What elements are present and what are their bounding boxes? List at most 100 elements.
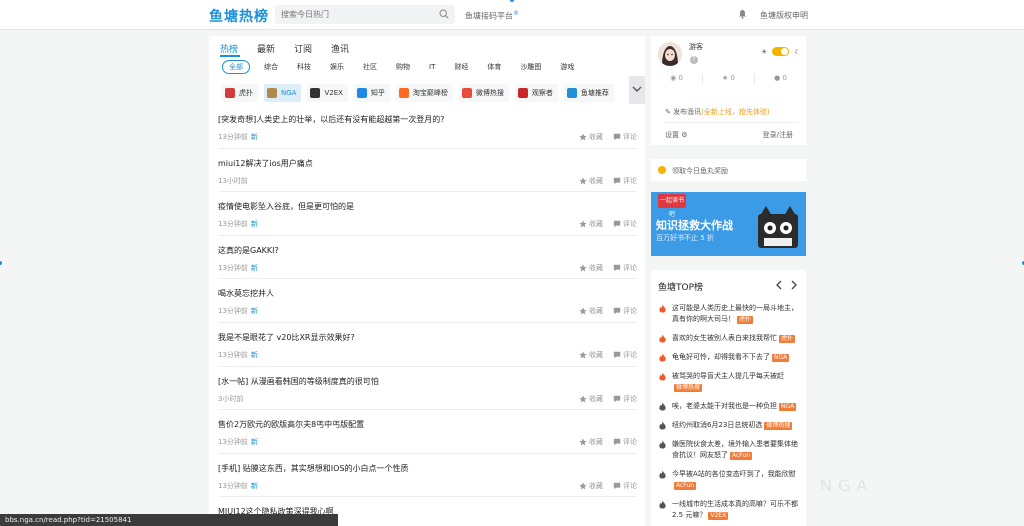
comment-button[interactable]: 评论 (613, 132, 637, 142)
top-list-item[interactable]: 今早被A站的各位变态吓到了，我能欣慰 AcFun (658, 469, 801, 491)
collect-button[interactable]: 收藏 (579, 481, 603, 491)
top-list-item[interactable]: 这可能是人类历史上最快的一局斗地主，真有你的啊大司马！ 虎扑 (658, 303, 801, 325)
collect-button[interactable]: 收藏 (579, 219, 603, 229)
bell-icon[interactable] (738, 9, 747, 19)
theme-switch[interactable]: ☀ ☾ (761, 47, 801, 56)
theme-toggle[interactable] (772, 47, 790, 56)
banner-tag: 一起读书吧 (658, 194, 686, 218)
post-title[interactable]: miui12解决了ios用户痛点 (218, 158, 313, 169)
new-badge: 新 (250, 481, 258, 490)
tab-hot[interactable]: 热榜 (220, 42, 238, 55)
chevron-left-icon[interactable] (775, 280, 782, 290)
comment-button[interactable]: 评论 (613, 437, 637, 447)
source-chip[interactable]: 知乎 (353, 84, 390, 102)
collect-button[interactable]: 收藏 (579, 437, 603, 447)
collect-button[interactable]: 收藏 (579, 132, 603, 142)
chevron-right-icon[interactable] (791, 280, 798, 290)
category-item[interactable]: 社区 (363, 62, 377, 72)
post-item[interactable]: 售价2万欧元的欧版高尔夫8丐中丐版配置 13分钟前新 收藏 评论 (218, 410, 637, 454)
comment-button[interactable]: 评论 (613, 219, 637, 229)
comment-button[interactable]: 评论 (613, 263, 637, 273)
post-item[interactable]: [突发奇想]人类史上的壮举，以后还有没有能超越第一次登月的? 13分钟前新 收藏 评论 (218, 105, 637, 149)
top-list-item[interactable]: 纽约州取消6月23日总统初选 微博热搜 (658, 420, 801, 431)
source-chip[interactable]: V2EX (307, 84, 348, 102)
category-item[interactable]: 游戏 (560, 62, 574, 72)
help-icon[interactable]: ? (690, 56, 698, 64)
post-meta: 13分钟前新 (218, 132, 258, 142)
top-list-item[interactable]: 唉，老婆太能干对我也是一种负担 NGA (658, 401, 801, 412)
source-chip[interactable]: NGA (264, 84, 302, 102)
category-item[interactable]: 综合 (264, 62, 278, 72)
site-logo[interactable]: 鱼塘热榜 (209, 6, 269, 26)
post-title[interactable]: 喝水莫忘挖井人 (218, 288, 274, 299)
source-chip[interactable]: 淘宝巅峰榜 (395, 84, 453, 102)
stat-subscriptions[interactable]: ◉ 0 (651, 74, 703, 85)
top-list-item[interactable]: 一线城市的生活成本真的高嘛？可乐不都 2.5 元嘛？ V2EX (658, 499, 801, 521)
post-title[interactable]: 售价2万欧元的欧版高尔夫8丐中丐版配置 (218, 419, 364, 430)
post-title[interactable]: [突发奇想]人类史上的壮举，以后还有没有能超越第一次登月的? (218, 114, 445, 125)
search-box[interactable] (275, 5, 455, 24)
collect-button[interactable]: 收藏 (579, 306, 603, 316)
post-item[interactable]: 我是不是眼花了 v20比XR显示效果好? 13分钟前新 收藏 评论 (218, 323, 637, 367)
post-item[interactable]: 疫情使电影坠入谷底，但是更可怕的是 13分钟前新 收藏 评论 (218, 192, 637, 236)
comment-button[interactable]: 评论 (613, 176, 637, 186)
search-input[interactable] (275, 5, 425, 24)
star-icon (579, 438, 587, 446)
source-chip[interactable]: 虎扑 (222, 84, 258, 102)
collect-button[interactable]: 收藏 (579, 263, 603, 273)
post-item[interactable]: 这真的是GAKKI? 13分钟前新 收藏 评论 (218, 236, 637, 280)
collect-button[interactable]: 收藏 (579, 176, 603, 186)
comment-button[interactable]: 评论 (613, 306, 637, 316)
source-chip[interactable]: 鱼塘推荐 (563, 84, 614, 102)
post-title[interactable]: 疫情使电影坠入谷底，但是更可怕的是 (218, 201, 354, 212)
promo-banner[interactable]: 一起读书吧 知识拯救大作战 百万好书不止 5 折 (651, 192, 806, 256)
post-title[interactable]: [水一帖] 从漫画看韩国的等级制度真的很可怕 (218, 376, 379, 387)
post-item[interactable]: miui12解决了ios用户痛点 13小时前 收藏 评论 (218, 149, 637, 193)
resize-handle[interactable] (0, 261, 2, 265)
comment-button[interactable]: 评论 (613, 350, 637, 360)
post-item[interactable]: 喝水莫忘挖井人 13分钟前新 收藏 评论 (218, 279, 637, 323)
post-title[interactable]: 这真的是GAKKI? (218, 245, 279, 256)
post-title[interactable]: 我是不是眼花了 v20比XR显示效果好? (218, 332, 355, 343)
category-item[interactable]: IT (429, 63, 435, 71)
partner-link[interactable]: 鱼塘接码平台® (465, 10, 519, 22)
star-icon (579, 482, 587, 490)
avatar[interactable] (658, 42, 682, 66)
login-link[interactable]: 登录/注册 (763, 130, 793, 140)
category-all[interactable]: 全部 (222, 60, 250, 74)
tab-latest[interactable]: 最新 (257, 42, 275, 55)
source-chip[interactable]: 微博热搜 (458, 84, 509, 102)
comment-label: 评论 (623, 133, 637, 141)
tab-news[interactable]: 渔讯 (331, 42, 349, 55)
collect-button[interactable]: 收藏 (579, 394, 603, 404)
top-list-item[interactable]: 喜欢的女生被别人表白来找我帮忙 虎扑 (658, 333, 801, 344)
category-item[interactable]: 体育 (487, 62, 501, 72)
post-title[interactable]: [手机] 贴膜这东西，其实想想和IOS的小白点一个性质 (218, 463, 409, 474)
top-list-item[interactable]: 被骂哭的导盲犬主人提几乎每天被赶微博热搜 (658, 371, 801, 393)
settings-link[interactable]: 设置 ⚙ (665, 130, 688, 140)
source-chip[interactable]: 观察者 (514, 84, 558, 102)
top-list-item[interactable]: 龟龟好可怜，却得我看不下去了 NGA (658, 352, 801, 363)
collect-button[interactable]: 收藏 (579, 350, 603, 360)
category-item[interactable]: 财经 (454, 62, 468, 72)
post-item[interactable]: [水一帖] 从漫画看韩国的等级制度真的很可怕 3小时前 收藏 评论 (218, 367, 637, 411)
top-list-item[interactable]: 嫌医院伙食太差，境外输入患者要集体绝食抗议！网友怒了 AcFun (658, 439, 801, 461)
category-item[interactable]: 沙雕图 (520, 62, 541, 72)
tab-subscribe[interactable]: 订阅 (294, 42, 312, 55)
post-time: 13分钟前 (218, 133, 248, 141)
stat-value: 0 (730, 74, 735, 82)
source-expand-button[interactable] (629, 76, 645, 104)
category-item[interactable]: 娱乐 (330, 62, 344, 72)
comment-button[interactable]: 评论 (613, 481, 637, 491)
stat-comments[interactable]: ● 0 (755, 74, 806, 85)
post-item[interactable]: [手机] 贴膜这东西，其实想想和IOS的小白点一个性质 13分钟前新 收藏 评论 (218, 454, 637, 498)
category-item[interactable]: 购物 (396, 62, 410, 72)
category-item[interactable]: 科技 (297, 62, 311, 72)
stat-favorites[interactable]: ★ 0 (703, 74, 755, 85)
settings-label: 设置 (665, 131, 679, 139)
search-icon[interactable] (439, 9, 449, 19)
reward-button[interactable]: 领取今日鱼丸奖励 (651, 159, 806, 181)
copyright-link[interactable]: 鱼塘版权申明 (760, 10, 808, 21)
comment-button[interactable]: 评论 (613, 394, 637, 404)
publish-button[interactable]: ✎ 发布渔讯(全新上线，抢先体验) (665, 107, 770, 117)
